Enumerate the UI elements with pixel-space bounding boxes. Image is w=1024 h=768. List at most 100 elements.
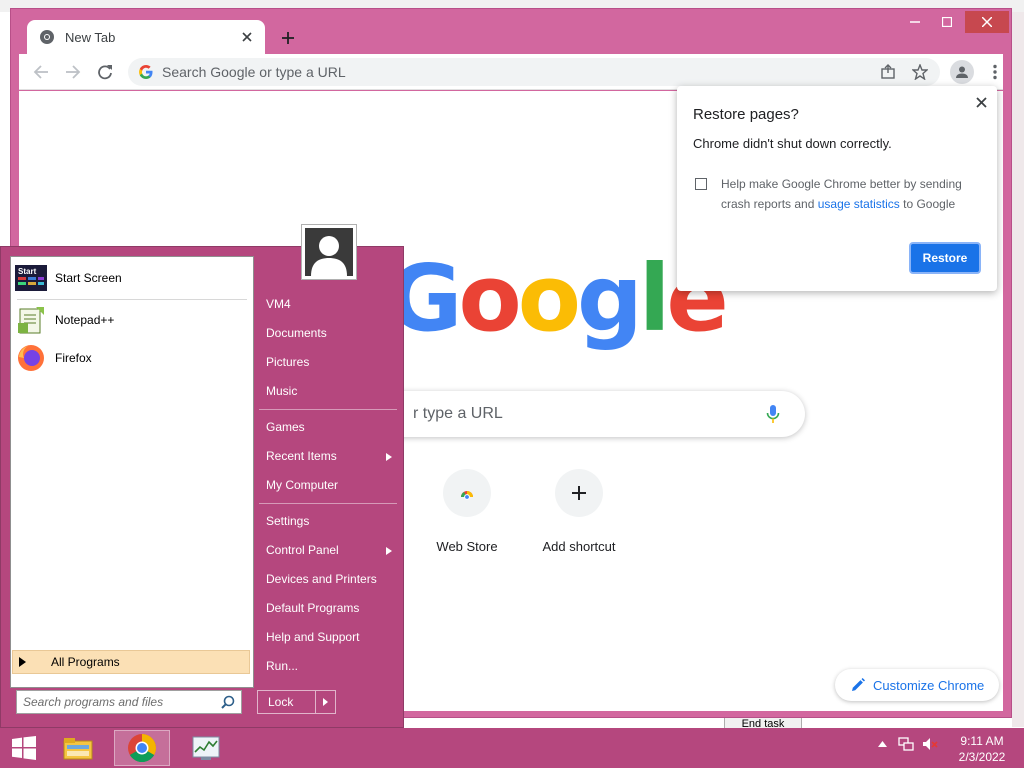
chrome-favicon-icon bbox=[40, 30, 54, 44]
omnibox[interactable]: Search Google or type a URL bbox=[128, 58, 940, 86]
voice-search-button[interactable] bbox=[761, 402, 785, 426]
send-reports-label: Help make Google Chrome better by sendin… bbox=[721, 174, 983, 214]
start-button[interactable] bbox=[8, 734, 40, 762]
windows-logo-icon bbox=[12, 736, 36, 760]
star-icon bbox=[912, 64, 928, 80]
usage-statistics-link[interactable]: usage statistics bbox=[818, 197, 900, 211]
shortcut-web-store[interactable]: Web Store bbox=[411, 469, 523, 559]
submenu-arrow-icon bbox=[386, 453, 392, 461]
share-icon bbox=[881, 64, 895, 79]
start-item-devices-and-printers[interactable]: Devices and Printers bbox=[266, 572, 377, 586]
dialog-close-button[interactable] bbox=[973, 94, 989, 110]
firefox-icon bbox=[15, 342, 47, 374]
plus-icon bbox=[572, 486, 586, 500]
google-logo-letter: l bbox=[638, 245, 670, 352]
pinned-notepad-plus-plus[interactable]: Notepad++ bbox=[15, 301, 247, 339]
user-account-picture[interactable] bbox=[301, 224, 357, 280]
restore-button[interactable]: Restore bbox=[909, 242, 981, 274]
start-item-help-and-support[interactable]: Help and Support bbox=[266, 630, 359, 644]
start-item-default-programs[interactable]: Default Programs bbox=[266, 601, 359, 615]
start-menu-separator bbox=[259, 409, 397, 410]
start-item-control-panel[interactable]: Control Panel bbox=[266, 543, 339, 557]
pinned-label: Firefox bbox=[55, 351, 92, 365]
start-search-box[interactable]: Search programs and files bbox=[16, 690, 242, 714]
reload-button[interactable] bbox=[93, 60, 117, 84]
dialog-title: Restore pages? bbox=[693, 106, 799, 123]
taskbar-chrome[interactable] bbox=[114, 730, 170, 766]
expand-arrow-icon bbox=[19, 656, 31, 668]
taskbar-clock[interactable]: 9:11 AM 2/3/2022 bbox=[950, 733, 1014, 765]
close-icon bbox=[982, 17, 992, 27]
pinned-start-screen[interactable]: Start Start Screen bbox=[15, 259, 247, 297]
google-g-icon bbox=[139, 65, 153, 79]
window-controls bbox=[901, 11, 1009, 33]
google-logo-letter: o bbox=[517, 245, 581, 352]
close-window-button[interactable] bbox=[965, 11, 1009, 33]
all-programs-button[interactable]: All Programs bbox=[12, 650, 250, 674]
shortcut-label: Web Store bbox=[436, 539, 498, 554]
chevron-up-icon bbox=[877, 741, 887, 747]
start-item-run[interactable]: Run... bbox=[266, 659, 298, 673]
start-item-pictures[interactable]: Pictures bbox=[266, 355, 309, 369]
pinned-label: Notepad++ bbox=[55, 313, 115, 327]
start-item-music[interactable]: Music bbox=[266, 384, 297, 398]
file-explorer-icon bbox=[63, 738, 93, 760]
pinned-firefox[interactable]: Firefox bbox=[15, 339, 247, 377]
google-logo-letter: o bbox=[458, 245, 522, 352]
system-tray bbox=[874, 736, 938, 752]
dialog-message: Chrome didn't shut down correctly. bbox=[693, 136, 892, 151]
tab-close-button[interactable] bbox=[239, 29, 255, 45]
microphone-icon bbox=[766, 405, 780, 423]
profile-button[interactable] bbox=[950, 60, 974, 84]
send-reports-checkbox[interactable] bbox=[695, 178, 707, 190]
start-item-my-computer[interactable]: My Computer bbox=[266, 478, 338, 492]
pinned-label: Start Screen bbox=[55, 271, 122, 285]
chrome-web-store-icon bbox=[459, 490, 475, 501]
lock-options-arrow-icon[interactable] bbox=[316, 691, 335, 713]
search-icon[interactable] bbox=[219, 693, 237, 711]
share-button[interactable] bbox=[876, 60, 900, 84]
taskbar-file-explorer[interactable] bbox=[50, 730, 106, 766]
chrome-menu-button[interactable] bbox=[983, 60, 1007, 84]
close-icon bbox=[975, 96, 987, 108]
customize-chrome-button[interactable]: Customize Chrome bbox=[835, 669, 999, 701]
customize-chrome-label: Customize Chrome bbox=[873, 677, 985, 693]
notepad-plus-plus-icon bbox=[15, 304, 47, 336]
start-menu-programs-pane: Start Start Screen Notepad++ Firefox bbox=[10, 256, 254, 688]
start-search-placeholder: Search programs and files bbox=[23, 695, 164, 709]
maximize-button[interactable] bbox=[933, 11, 961, 33]
shortcut-icon-container bbox=[555, 469, 603, 517]
start-item-settings[interactable]: Settings bbox=[266, 514, 309, 528]
shortcut-add[interactable]: Add shortcut bbox=[523, 469, 635, 559]
omnibox-placeholder: Search Google or type a URL bbox=[162, 64, 346, 80]
clock-date: 2/3/2022 bbox=[958, 750, 1006, 764]
forward-arrow-icon bbox=[66, 65, 81, 79]
forward-button[interactable] bbox=[61, 60, 85, 84]
new-tab-button[interactable] bbox=[277, 27, 299, 49]
chrome-icon bbox=[128, 734, 156, 762]
profile-icon bbox=[956, 66, 968, 78]
google-logo-letter: g bbox=[576, 245, 643, 352]
minimize-button[interactable] bbox=[901, 11, 929, 33]
show-hidden-icons-button[interactable] bbox=[874, 736, 890, 752]
start-item-recent-items[interactable]: Recent Items bbox=[266, 449, 337, 463]
volume-muted-icon[interactable] bbox=[922, 736, 938, 752]
lock-label: Lock bbox=[258, 691, 316, 713]
browser-toolbar: Search Google or type a URL bbox=[19, 54, 1003, 90]
network-icon[interactable] bbox=[898, 736, 914, 752]
start-item-documents[interactable]: Documents bbox=[266, 326, 327, 340]
taskbar-task-manager[interactable] bbox=[178, 730, 234, 766]
google-logo: Google bbox=[387, 245, 729, 352]
shortcut-label: Add shortcut bbox=[542, 539, 616, 554]
tab-new-tab[interactable]: New Tab bbox=[27, 20, 265, 54]
start-item-games[interactable]: Games bbox=[266, 420, 305, 434]
pencil-icon bbox=[852, 678, 865, 691]
pinned-divider bbox=[17, 299, 247, 300]
start-item-vm4[interactable]: VM4 bbox=[266, 297, 291, 311]
background-window-edge bbox=[1012, 12, 1024, 727]
submenu-arrow-icon bbox=[386, 547, 392, 555]
back-button[interactable] bbox=[29, 60, 53, 84]
bookmark-button[interactable] bbox=[908, 60, 932, 84]
lock-button[interactable]: Lock bbox=[257, 690, 336, 714]
task-manager-icon bbox=[192, 736, 220, 760]
